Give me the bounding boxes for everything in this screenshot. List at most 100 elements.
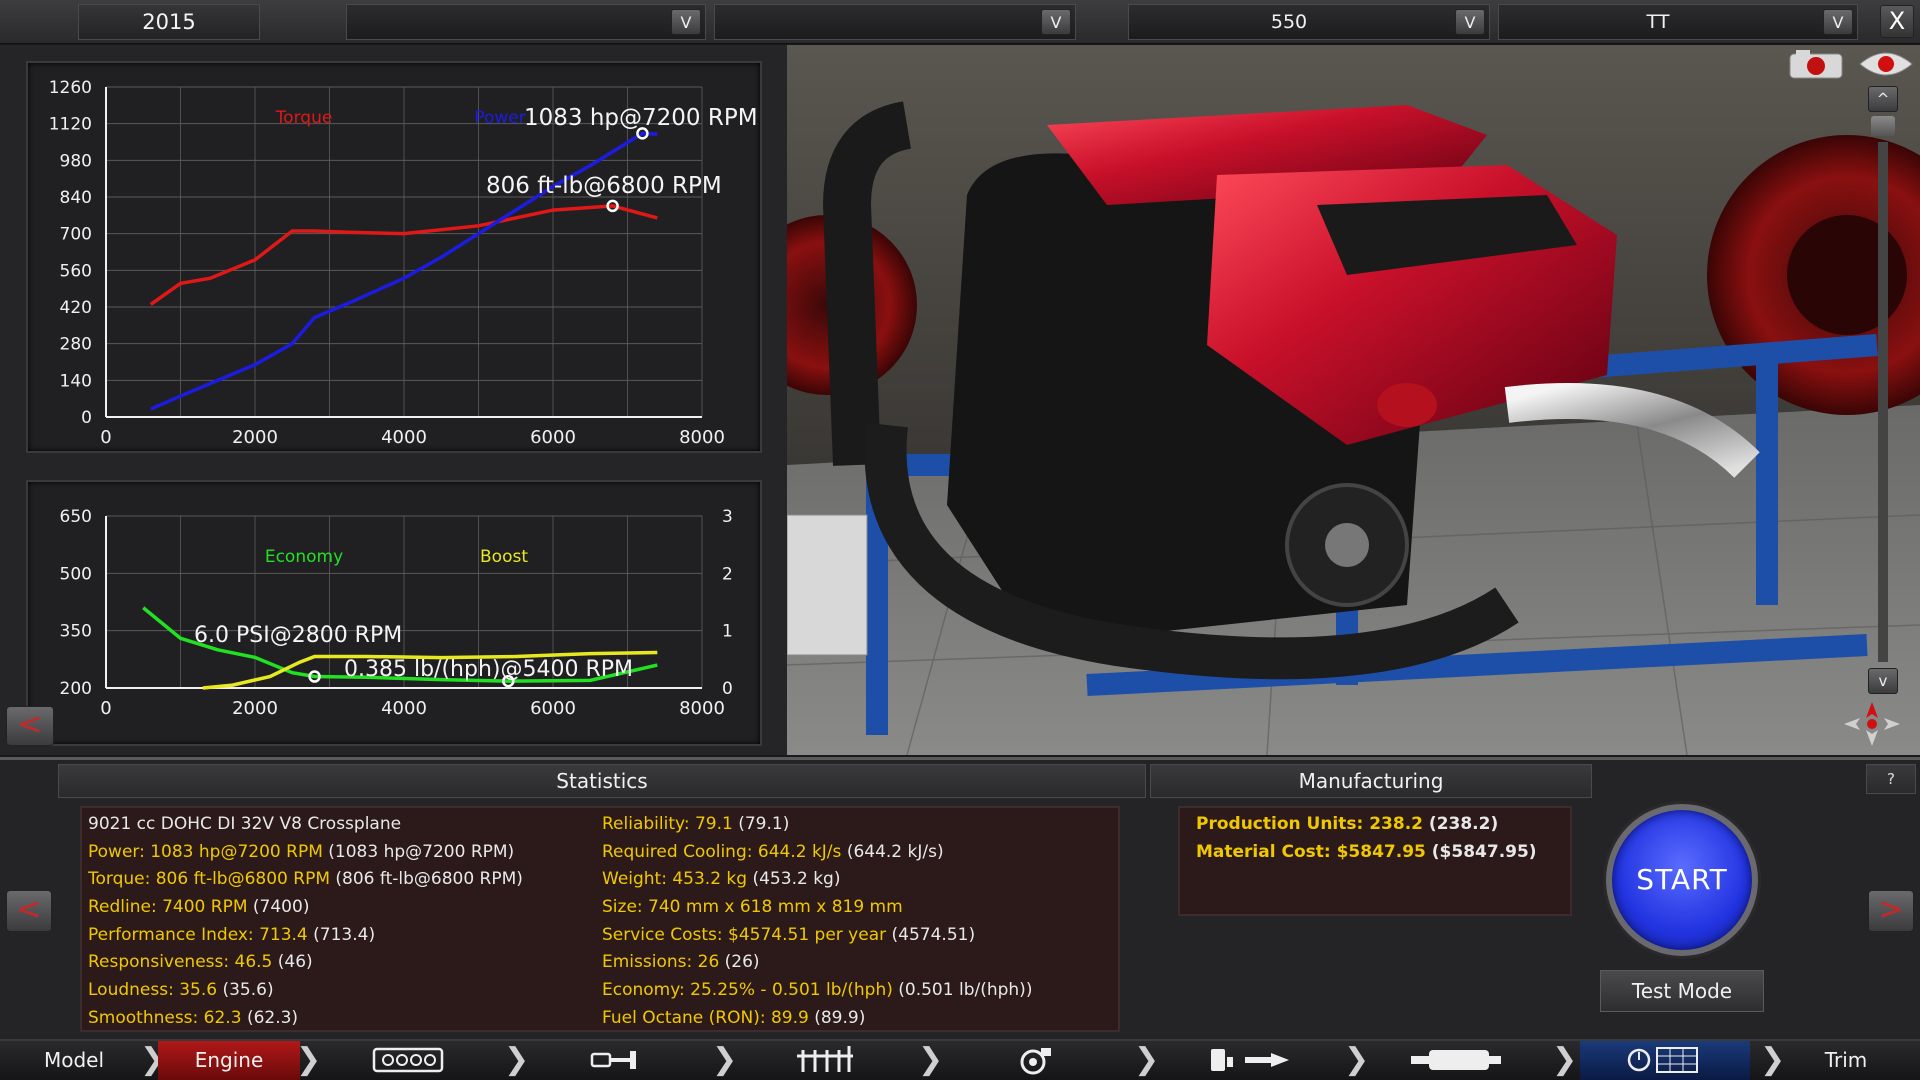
y-tick-label: 280 xyxy=(60,335,92,355)
y-tick-label: 840 xyxy=(60,188,92,208)
chevron-right-icon: ❯ xyxy=(504,1042,530,1077)
manufacturing-box: Production Units: 238.2 (238.2) Material… xyxy=(1178,806,1572,916)
x-tick-label: 4000 xyxy=(381,698,427,719)
torque-power-chart: 0 140 280 420 560 700 840 980 1120 1260 0 2000 4000 6… xyxy=(49,78,758,448)
legend-power: Power xyxy=(474,108,525,128)
bottom-tab-bar: Model ❯ Engine ❯ ❯ ❯ ❯ ❯ ❯ ❯ ❯ Trim xyxy=(0,1039,1920,1080)
y-tick-label: 200 xyxy=(60,679,92,699)
stat-required-cooling: Required Cooling: 644.2 kJ/s (644.2 kJ/s… xyxy=(602,841,944,862)
chevron-right-icon: ❯ xyxy=(1760,1042,1786,1077)
x-tick-label: 0 xyxy=(100,698,111,719)
dropdown-button-1[interactable]: V xyxy=(671,9,701,35)
y-tick-label: 500 xyxy=(60,564,92,584)
y-right-tick-label: 2 xyxy=(722,564,733,584)
legend-economy: Economy xyxy=(265,547,343,567)
chevron-right-icon: ❯ xyxy=(1344,1042,1370,1077)
tab-fuel[interactable] xyxy=(1166,1041,1336,1080)
eye-icon[interactable] xyxy=(1856,46,1916,82)
scroll-track[interactable] xyxy=(1878,142,1888,662)
selector-turbo-config[interactable]: TT V xyxy=(1498,4,1858,40)
view-scrollbar[interactable]: ^ v xyxy=(1868,86,1898,696)
stat-smoothness: Smoothness: 62.3 (62.3) xyxy=(88,1007,299,1028)
x-tick-label: 4000 xyxy=(381,427,427,448)
y-right-tick-label: 0 xyxy=(722,679,733,699)
x-tick-label: 8000 xyxy=(679,427,725,448)
fuel-system-icon xyxy=(1211,1049,1289,1071)
chevron-right-icon: ❯ xyxy=(1552,1042,1578,1077)
legend-torque: Torque xyxy=(275,108,333,128)
y-tick-label: 700 xyxy=(60,225,92,245)
turbo-icon xyxy=(1020,1048,1051,1075)
y-tick-label: 560 xyxy=(60,261,92,281)
y-tick-label: 0 xyxy=(81,408,92,428)
selector-2[interactable]: V xyxy=(714,4,1076,40)
dropdown-button-4[interactable]: V xyxy=(1823,9,1853,35)
stat-service-costs: Service Costs: $4574.51 per year (4574.5… xyxy=(602,924,976,945)
camera-reset-icon[interactable] xyxy=(1842,700,1902,748)
stat-size: Size: 740 mm x 618 mm x 819 mm xyxy=(602,897,903,918)
crankshaft-icon xyxy=(590,1051,636,1069)
help-button[interactable]: ? xyxy=(1866,764,1916,794)
tab-trim[interactable]: Trim xyxy=(1790,1041,1902,1080)
camera-icon[interactable] xyxy=(1786,48,1846,82)
annotation-label: 1083 hp@7200 RPM xyxy=(524,105,758,131)
y-tick-label: 350 xyxy=(60,622,92,642)
selector-boost-value: 550 xyxy=(1270,11,1308,33)
mfg-production-units: Production Units: 238.2 (238.2) xyxy=(1196,814,1499,834)
y-tick-label: 650 xyxy=(60,507,92,527)
stat-reliability: Reliability: 79.1 (79.1) xyxy=(602,814,790,834)
stat-engine-description: 9021 cc DOHC DI 32V V8 Crossplane xyxy=(88,814,402,834)
scroll-up-button[interactable]: ^ xyxy=(1868,86,1898,112)
tab-aspiration[interactable] xyxy=(950,1041,1120,1080)
y-tick-label: 420 xyxy=(60,298,92,318)
stats-right-column: Reliability: 79.1 (79.1) Required Coolin… xyxy=(602,814,1032,1036)
dropdown-button-3[interactable]: V xyxy=(1455,9,1485,35)
exhaust-icon xyxy=(1411,1050,1501,1070)
engine-block-icon xyxy=(372,1047,444,1073)
stat-power: Power: 1083 hp@7200 RPM (1083 hp@7200 RP… xyxy=(88,841,515,862)
scroll-thumb[interactable] xyxy=(1871,116,1895,136)
stat-performance-index: Performance Index: 713.4 (713.4) xyxy=(88,924,376,945)
annotation-label: 6.0 PSI@2800 RPM xyxy=(194,623,402,648)
chevron-right-icon: ❯ xyxy=(918,1042,944,1077)
torque-power-chart-frame: 0 140 280 420 560 700 840 980 1120 1260 0 2000 4000 6… xyxy=(26,61,762,453)
statistics-header: Statistics xyxy=(58,764,1146,798)
x-tick-label: 2000 xyxy=(232,427,278,448)
prev-panel-button[interactable]: < xyxy=(6,706,54,746)
tab-exhaust[interactable] xyxy=(1370,1041,1540,1080)
test-mode-button[interactable]: Test Mode xyxy=(1600,970,1764,1012)
x-tick-label: 8000 xyxy=(679,698,725,719)
annotation-label: 0.385 lb/(hph)@5400 RPM xyxy=(344,657,633,682)
tab-model[interactable]: Model xyxy=(0,1041,148,1080)
economy-boost-chart: 200 350 500 650 0 1 2 3 0 2000 4000 6000 8000 Economy… xyxy=(60,507,733,719)
tab-top-end[interactable] xyxy=(740,1041,910,1080)
stat-fuel-octane: Fuel Octane (RON): 89.9 (89.9) xyxy=(602,1007,866,1028)
selector-1[interactable]: V xyxy=(346,4,706,40)
tab-block[interactable] xyxy=(318,1041,498,1080)
manufacturing-header: Manufacturing xyxy=(1150,764,1592,798)
selector-boost[interactable]: 550 V xyxy=(1128,4,1490,40)
mfg-material-cost: Material Cost: $5847.95 ($5847.95) xyxy=(1196,841,1537,862)
manufacturing-list: Production Units: 238.2 (238.2) Material… xyxy=(1196,814,1537,869)
tab-bottom-end[interactable] xyxy=(530,1041,700,1080)
prev-section-button[interactable]: < xyxy=(6,890,52,932)
stat-emissions: Emissions: 26 (26) xyxy=(602,952,760,973)
stat-economy: Economy: 25.25% - 0.501 lb/(hph) (0.501 … xyxy=(602,980,1033,1001)
tab-engine[interactable]: Engine xyxy=(158,1041,300,1080)
scroll-down-button[interactable]: v xyxy=(1868,668,1898,694)
engine-3d-view[interactable] xyxy=(787,45,1920,755)
x-tick-label: 2000 xyxy=(232,698,278,719)
chevron-right-icon: ❯ xyxy=(1134,1042,1160,1077)
stat-torque: Torque: 806 ft-lb@6800 RPM (806 ft-lb@68… xyxy=(88,869,523,890)
stats-left-column: 9021 cc DOHC DI 32V V8 Crossplane Power:… xyxy=(88,814,523,1036)
tab-tuning[interactable] xyxy=(1580,1041,1750,1080)
stat-weight: Weight: 453.2 kg (453.2 kg) xyxy=(602,869,841,890)
dropdown-button-2[interactable]: V xyxy=(1041,9,1071,35)
selector-1-value xyxy=(347,5,665,39)
start-button[interactable]: START xyxy=(1606,804,1758,956)
year-selector[interactable]: 2015 xyxy=(78,4,260,40)
next-section-button[interactable]: > xyxy=(1868,890,1914,932)
stat-responsiveness: Responsiveness: 46.5 (46) xyxy=(88,952,313,973)
tuning-icon xyxy=(1627,1047,1698,1073)
close-button[interactable]: X xyxy=(1880,5,1914,38)
